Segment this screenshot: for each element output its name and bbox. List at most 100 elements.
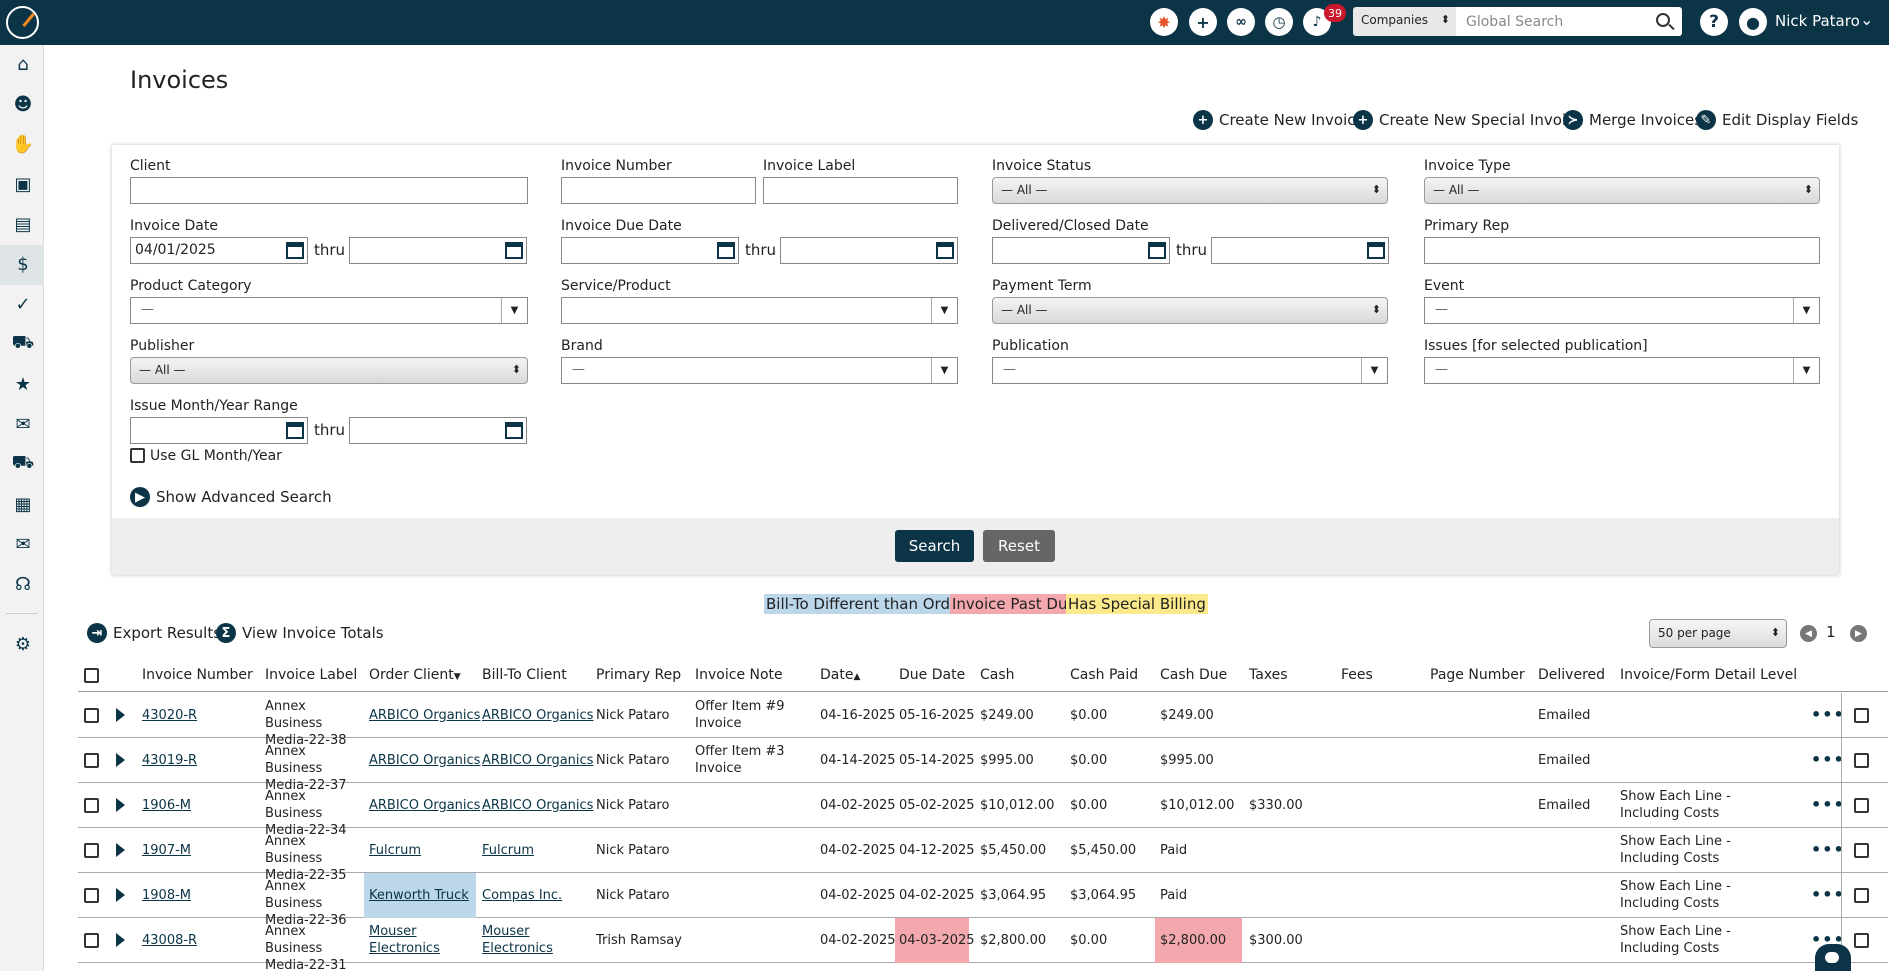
chevron-down-icon[interactable]: ▼ [1793, 358, 1819, 383]
col-fees[interactable]: Fees [1341, 667, 1373, 683]
client-input[interactable] [130, 177, 528, 204]
issue-month-from-input[interactable] [130, 417, 308, 444]
col-detail-level[interactable]: Invoice/Form Detail Level [1620, 667, 1797, 683]
row-checkbox[interactable] [84, 888, 99, 903]
col-date[interactable]: Date▲ [820, 667, 860, 683]
col-invoice-note[interactable]: Invoice Note [695, 667, 783, 683]
col-invoice-number[interactable]: Invoice Number [142, 667, 253, 683]
chevron-down-icon[interactable]: ▼ [1793, 298, 1819, 323]
headset-icon[interactable]: ☊ [12, 573, 34, 595]
bill-to-client-link[interactable]: ARBICO Organics [482, 707, 593, 724]
row-select-checkbox[interactable] [1854, 753, 1869, 768]
row-menu-icon[interactable]: ••• [1811, 750, 1845, 769]
calendar-star-icon[interactable]: ★ [12, 373, 34, 395]
row-select-checkbox[interactable] [1854, 798, 1869, 813]
calendar-icon[interactable] [1367, 242, 1385, 259]
expand-row-icon[interactable] [116, 933, 125, 947]
celebration-icon[interactable]: ✸ [1150, 8, 1178, 36]
issue-month-to-input[interactable] [349, 417, 527, 444]
calendar-icon[interactable] [286, 422, 304, 439]
bill-to-client-link[interactable]: Compas Inc. [482, 887, 562, 904]
invoice-number-link[interactable]: 43019-R [142, 752, 197, 769]
col-invoice-label[interactable]: Invoice Label [265, 667, 357, 683]
expand-row-icon[interactable] [116, 798, 125, 812]
reset-button[interactable]: Reset [983, 530, 1055, 562]
expand-row-icon[interactable] [116, 843, 125, 857]
invoice-number-link[interactable]: 43008-R [142, 932, 197, 949]
row-menu-icon[interactable]: ••• [1811, 885, 1845, 904]
due-date-from-input[interactable] [561, 237, 739, 264]
gear-icon[interactable]: ⚙ [12, 633, 34, 655]
merge-invoices-button[interactable]: ≻ Merge Invoices [1563, 110, 1702, 130]
chevron-down-icon[interactable]: ⌄ [1860, 10, 1873, 29]
prev-page-icon[interactable]: ◀ [1800, 625, 1817, 642]
chevron-down-icon[interactable]: ▼ [931, 298, 957, 323]
row-checkbox[interactable] [84, 798, 99, 813]
search-button[interactable]: Search [895, 530, 974, 562]
user-name[interactable]: Nick Pataro [1775, 12, 1860, 30]
expand-row-icon[interactable] [116, 753, 125, 767]
invoice-icon[interactable]: ▤ [12, 213, 34, 235]
calendar-icon[interactable] [505, 242, 523, 259]
email-icon[interactable]: ✉ [12, 533, 34, 555]
col-due-date[interactable]: Due Date [899, 667, 965, 683]
next-page-icon[interactable]: ▶ [1850, 625, 1867, 642]
col-delivered[interactable]: Delivered [1538, 667, 1605, 683]
invoice-number-link[interactable]: 43020-R [142, 707, 197, 724]
order-client-link[interactable]: Mouser Electronics [369, 923, 459, 957]
delivered-date-from-input[interactable] [992, 237, 1170, 264]
col-cash-due[interactable]: Cash Due [1160, 667, 1227, 683]
add-icon[interactable]: + [1189, 8, 1217, 36]
calendar-icon[interactable] [1148, 242, 1166, 259]
chat-widget-icon[interactable] [1815, 944, 1851, 971]
service-product-combo[interactable]: ▼ [561, 297, 958, 324]
cart-icon[interactable]: ⛟ [12, 332, 35, 355]
clipboard-icon[interactable]: ✓ [12, 293, 34, 315]
calendar-icon[interactable] [286, 242, 304, 259]
row-checkbox[interactable] [84, 843, 99, 858]
row-checkbox[interactable] [84, 753, 99, 768]
use-gl-checkbox[interactable] [130, 448, 145, 463]
payment-term-select[interactable]: — All — [992, 297, 1388, 324]
brand-combo[interactable]: — ▼ [561, 357, 958, 384]
row-checkbox[interactable] [84, 933, 99, 948]
select-all-checkbox[interactable] [84, 668, 99, 683]
publisher-select[interactable]: — All — [130, 357, 528, 384]
col-page-number[interactable]: Page Number [1430, 667, 1525, 683]
avatar[interactable]: ● [1739, 8, 1767, 36]
chevron-down-icon[interactable]: ▼ [1361, 358, 1387, 383]
due-date-to-input[interactable] [780, 237, 958, 264]
row-checkbox[interactable] [84, 708, 99, 723]
row-menu-icon[interactable]: ••• [1811, 705, 1845, 724]
search-icon[interactable] [1656, 13, 1670, 27]
row-menu-icon[interactable]: ••• [1811, 840, 1845, 859]
view-invoice-totals-button[interactable]: Σ View Invoice Totals [216, 623, 384, 643]
global-search-input[interactable]: Global Search [1456, 7, 1682, 36]
bill-to-client-link[interactable]: ARBICO Organics [482, 797, 593, 814]
primary-rep-input[interactable] [1424, 237, 1820, 264]
row-select-checkbox[interactable] [1854, 708, 1869, 723]
invoice-number-link[interactable]: 1906-M [142, 797, 191, 814]
order-client-link[interactable]: ARBICO Organics [369, 797, 480, 814]
order-client-link[interactable]: ARBICO Organics [369, 752, 480, 769]
order-client-link[interactable]: Fulcrum [369, 842, 421, 859]
truck-icon[interactable]: ⛟ [12, 452, 35, 475]
chevron-down-icon[interactable]: ▼ [931, 358, 957, 383]
bill-to-client-link[interactable]: Fulcrum [482, 842, 534, 859]
expand-row-icon[interactable] [116, 888, 125, 902]
order-client-link[interactable]: Kenworth Truck [369, 887, 469, 904]
invoice-date-from-input[interactable]: 04/01/2025 [130, 237, 308, 264]
delivered-date-to-input[interactable] [1211, 237, 1389, 264]
order-client-link[interactable]: ARBICO Organics [369, 707, 480, 724]
calendar-icon[interactable] [717, 242, 735, 259]
bill-to-client-link[interactable]: Mouser Electronics [482, 923, 572, 957]
invoice-type-select[interactable]: — All — [1424, 177, 1820, 204]
app-logo-icon[interactable] [6, 6, 39, 39]
col-cash[interactable]: Cash [980, 667, 1015, 683]
col-bill-to-client[interactable]: Bill-To Client [482, 667, 567, 683]
calendar-icon[interactable] [936, 242, 954, 259]
search-scope-select[interactable]: Companies [1353, 7, 1456, 36]
money-icon[interactable]: $ [12, 253, 34, 275]
event-combo[interactable]: — ▼ [1424, 297, 1820, 324]
col-order-client[interactable]: Order Client▼ [369, 667, 461, 683]
